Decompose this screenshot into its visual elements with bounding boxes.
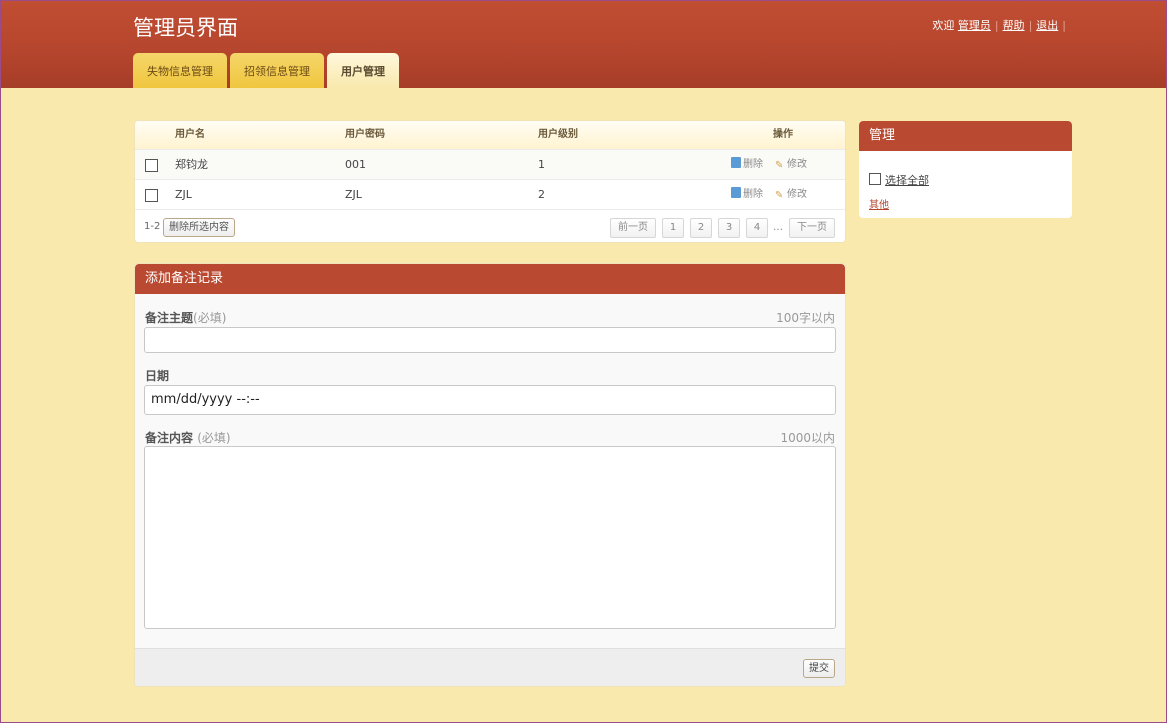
cell-password: ZJL xyxy=(345,188,362,201)
trash-icon xyxy=(731,187,741,198)
cell-username: ZJL xyxy=(175,188,192,201)
column-header-password[interactable]: 用户密码 xyxy=(345,121,385,149)
content-limit: 1000以内 xyxy=(780,431,835,445)
tab-user-management[interactable]: 用户管理 xyxy=(327,53,399,88)
cell-password: 001 xyxy=(345,158,366,171)
edit-button[interactable]: ✎ 修改 xyxy=(775,150,807,180)
separator: | xyxy=(994,19,999,32)
pagination: 前一页 1 2 3 4 … 下一页 xyxy=(604,218,835,238)
table-header: 用户名 用户密码 用户级别 操作 xyxy=(135,121,845,149)
column-header-level[interactable]: 用户级别 xyxy=(538,121,578,149)
delete-button[interactable]: 删除 xyxy=(731,180,763,210)
content-required-hint: (必填) xyxy=(197,431,231,445)
column-header-actions: 操作 xyxy=(773,129,793,140)
top-links: 欢迎 管理员 | 帮助 | 退出 | xyxy=(932,17,1070,33)
manage-title: 管理 xyxy=(859,121,1072,151)
form-body: 备注主题(必填) 100字以内 日期 mm/dd/yyyy --:-- 备注内容… xyxy=(135,294,845,648)
page-button[interactable]: 4 xyxy=(746,218,768,238)
delete-label: 删除 xyxy=(743,189,763,200)
subject-limit: 100字以内 xyxy=(776,311,835,325)
content-textarea[interactable] xyxy=(144,446,836,629)
table-row: ZJL ZJL 2 删除 ✎ 修改 xyxy=(135,179,845,209)
edit-label: 修改 xyxy=(787,189,807,200)
delete-label: 删除 xyxy=(743,159,763,170)
row-checkbox[interactable] xyxy=(145,159,158,172)
column-header-username[interactable]: 用户名 xyxy=(175,121,205,149)
table-footer: 1-2 删除所选内容 前一页 1 2 3 4 … 下一页 xyxy=(135,209,845,243)
submit-button[interactable]: 提交 xyxy=(803,659,835,678)
prev-page-button[interactable]: 前一页 xyxy=(610,218,656,238)
page-button[interactable]: 2 xyxy=(690,218,712,238)
page-title: 管理员界面 xyxy=(133,16,238,40)
cell-level: 1 xyxy=(538,158,545,171)
row-actions: 删除 ✎ 修改 xyxy=(731,180,819,210)
page-button[interactable]: 1 xyxy=(662,218,684,238)
date-input[interactable]: mm/dd/yyyy --:-- xyxy=(144,385,836,415)
separator: | xyxy=(1062,19,1066,32)
select-all-link[interactable]: 选择全部 xyxy=(885,172,929,188)
delete-selected-button[interactable]: 删除所选内容 xyxy=(163,218,235,237)
add-note-form: 添加备注记录 备注主题(必填) 100字以内 日期 mm/dd/yyyy --:… xyxy=(134,263,846,687)
row-checkbox[interactable] xyxy=(145,189,158,202)
subject-required-hint: (必填) xyxy=(193,311,227,325)
subject-label-text: 备注主题 xyxy=(145,311,194,325)
manage-panel: 管理 选择全部 其他 xyxy=(859,121,1072,218)
subject-input[interactable] xyxy=(144,327,836,353)
delete-button[interactable]: 删除 xyxy=(731,150,763,180)
trash-icon xyxy=(731,157,741,168)
content-label: 备注内容 (必填) xyxy=(145,429,231,446)
form-title: 添加备注记录 xyxy=(135,264,845,294)
pencil-icon: ✎ xyxy=(775,160,784,171)
other-link[interactable]: 其他 xyxy=(869,196,889,211)
subject-label: 备注主题(必填) xyxy=(145,309,226,326)
help-link[interactable]: 帮助 xyxy=(1003,19,1025,32)
nav-tabs: 失物信息管理 招领信息管理 用户管理 xyxy=(133,53,402,88)
cell-username: 郑钧龙 xyxy=(175,158,208,171)
tab-found-items[interactable]: 招领信息管理 xyxy=(230,53,324,88)
edit-button[interactable]: ✎ 修改 xyxy=(775,180,807,210)
pager-ellipsis: … xyxy=(773,222,783,233)
content-label-text: 备注内容 xyxy=(145,431,194,445)
pencil-icon: ✎ xyxy=(775,190,784,201)
page-button[interactable]: 3 xyxy=(718,218,740,238)
table-row: 郑钧龙 001 1 删除 ✎ 修改 xyxy=(135,149,845,179)
separator: | xyxy=(1028,19,1033,32)
tab-lost-items[interactable]: 失物信息管理 xyxy=(133,53,227,88)
header: 管理员界面 欢迎 管理员 | 帮助 | 退出 | 失物信息管理 招领信息管理 用户管理 xyxy=(1,1,1166,88)
next-page-button[interactable]: 下一页 xyxy=(789,218,835,238)
row-range: 1-2 xyxy=(144,221,161,232)
welcome-text: 欢迎 xyxy=(932,19,955,32)
select-all-checkbox[interactable] xyxy=(869,173,881,185)
cell-level: 2 xyxy=(538,188,545,201)
date-label: 日期 xyxy=(145,369,170,383)
form-footer: 提交 xyxy=(135,648,845,686)
admin-link[interactable]: 管理员 xyxy=(958,19,991,32)
edit-label: 修改 xyxy=(787,159,807,170)
user-table: 用户名 用户密码 用户级别 操作 郑钧龙 001 1 删除 ✎ 修改 ZJL ZJL… xyxy=(134,120,846,243)
row-actions: 删除 ✎ 修改 xyxy=(731,150,819,180)
logout-link[interactable]: 退出 xyxy=(1036,19,1058,32)
